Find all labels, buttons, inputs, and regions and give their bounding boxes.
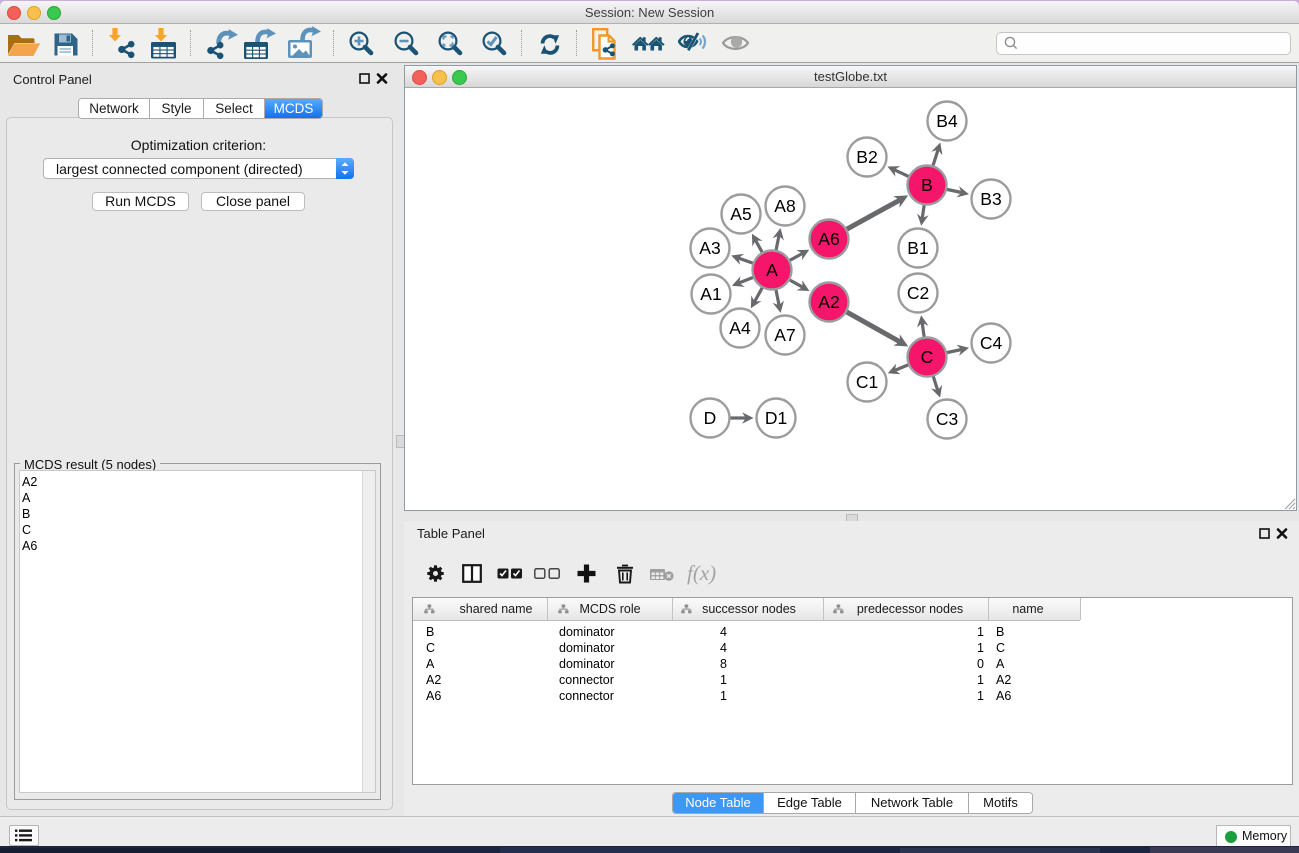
svg-text:C: C xyxy=(921,347,934,367)
svg-text:B4: B4 xyxy=(936,111,958,131)
svg-text:A5: A5 xyxy=(730,204,751,224)
svg-text:C4: C4 xyxy=(980,333,1003,353)
svg-text:A6: A6 xyxy=(818,229,839,249)
svg-text:A2: A2 xyxy=(818,292,839,312)
svg-text:C1: C1 xyxy=(856,372,878,392)
svg-text:A1: A1 xyxy=(700,284,721,304)
svg-text:A4: A4 xyxy=(729,318,751,338)
svg-text:A8: A8 xyxy=(774,196,795,216)
svg-text:D1: D1 xyxy=(765,408,787,428)
svg-text:A: A xyxy=(766,260,778,280)
svg-text:D: D xyxy=(704,408,717,428)
svg-text:A3: A3 xyxy=(699,238,720,258)
svg-text:B2: B2 xyxy=(856,147,877,167)
svg-text:B: B xyxy=(921,175,933,195)
svg-text:A7: A7 xyxy=(774,325,795,345)
svg-text:B3: B3 xyxy=(980,189,1001,209)
svg-text:C3: C3 xyxy=(936,409,958,429)
svg-text:B1: B1 xyxy=(907,238,928,258)
svg-text:C2: C2 xyxy=(907,283,929,303)
